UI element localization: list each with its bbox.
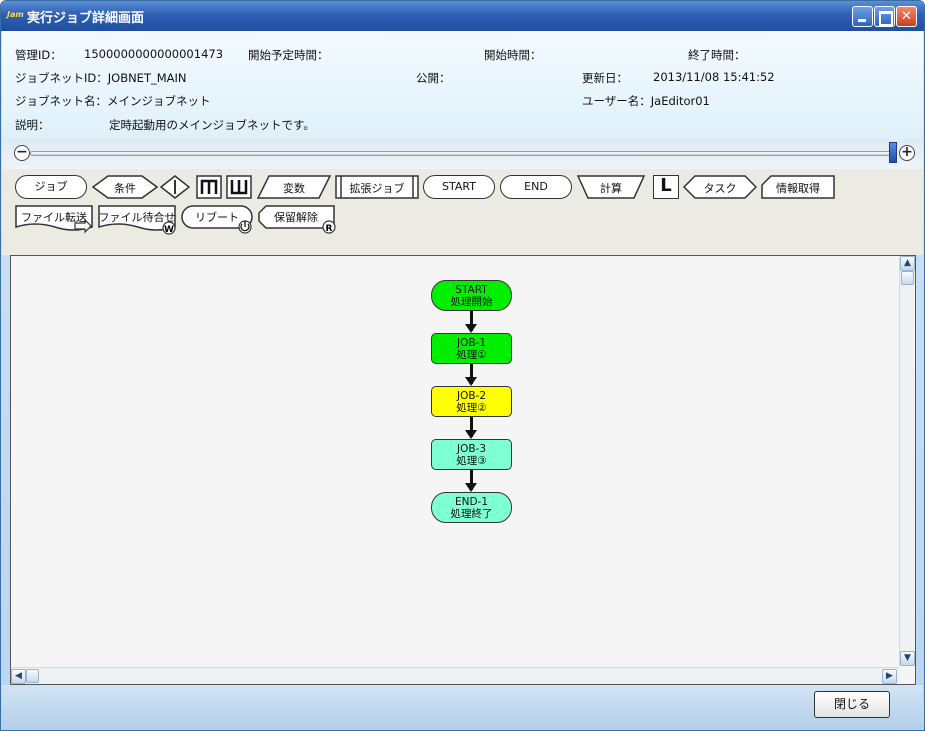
palette-info-get-icon[interactable]: 情報取得 (761, 175, 835, 199)
palette-reboot-label: リブート (195, 211, 239, 224)
palette-hold-release-icon[interactable]: R 保留解除 (258, 205, 338, 235)
flow-node-label: 処理開始 (450, 296, 493, 308)
flow-node-label: 処理② (456, 402, 487, 414)
updated-value: 2013/11/08 15:41:52 (653, 70, 775, 84)
palette-file-transfer-label: ファイル転送 (21, 211, 87, 224)
palette-l-icon[interactable]: L (653, 175, 679, 199)
flow-node[interactable]: START 処理開始 (431, 280, 512, 311)
palette-start-icon[interactable]: START (423, 175, 495, 199)
palette-parallel-start-icon[interactable] (196, 175, 222, 199)
mgmt-id-value: 1500000000000001473 (84, 47, 224, 61)
palette-variable-label: 変数 (283, 182, 305, 195)
flow-node-label: 処理③ (456, 455, 487, 467)
flow-node-id: JOB-1 (456, 337, 487, 349)
flow-node-id: END-1 (454, 496, 489, 508)
palette-reboot-icon[interactable]: リブート (181, 205, 255, 235)
footer-bar: 閉じる (2, 685, 923, 730)
zoom-slider-thumb[interactable] (889, 142, 897, 163)
scroll-right-icon[interactable]: ▶ (882, 669, 897, 684)
palette-task-icon[interactable]: タスク (682, 175, 758, 199)
flow-node[interactable]: JOB-1 処理① (431, 333, 512, 364)
start-time-label: 開始時間： (484, 48, 542, 62)
svg-text:W: W (164, 225, 174, 235)
palette-parallel-end-icon[interactable] (226, 175, 252, 199)
jobnet-name-label: ジョブネット名：メインジョブネット (15, 94, 211, 108)
horizontal-scroll-thumb[interactable] (26, 669, 39, 683)
description-label: 説明： (15, 118, 50, 132)
minimize-button[interactable] (852, 6, 873, 27)
vertical-scrollbar[interactable]: ▲ ▼ (899, 256, 915, 666)
palette-branch-icon[interactable] (159, 175, 191, 199)
vertical-scroll-thumb[interactable] (901, 271, 914, 285)
minimize-icon (853, 7, 872, 26)
palette-calc-label: 計算 (600, 182, 622, 195)
flow-arrow (465, 417, 477, 439)
flow-node-id: JOB-3 (456, 443, 487, 455)
palette-info-get-label: 情報取得 (776, 182, 820, 195)
scheduled-start-label: 開始予定時間： (248, 48, 329, 62)
parallel-end-icon (226, 175, 252, 199)
palette-calc-icon[interactable]: 計算 (576, 175, 646, 199)
branch-diamond-icon (159, 175, 191, 199)
scroll-left-icon[interactable]: ◀ (11, 669, 26, 684)
public-label: 公開： (416, 71, 451, 85)
end-time-label: 終了時間： (688, 48, 746, 62)
close-button[interactable]: 閉じる (814, 691, 890, 718)
palette-ext-job-label: 拡張ジョブ (349, 182, 405, 195)
zoom-slider-row: − + (2, 139, 923, 169)
user-name-label: ユーザー名：JaEditor01 (582, 94, 710, 108)
flow-arrow (465, 311, 477, 333)
palette-job-icon[interactable]: ジョブ (15, 175, 87, 199)
horizontal-scrollbar[interactable]: ◀ ▶ (11, 667, 899, 684)
scroll-down-icon[interactable]: ▼ (900, 651, 915, 666)
window-title: 実行ジョブ詳細画面 (27, 11, 145, 26)
flow-arrow (465, 364, 477, 386)
jobnet-info-panel: 管理ID： 1500000000000001473 開始予定時間： 開始時間： … (2, 31, 923, 139)
palette-file-wait-label: ファイル待合せ (98, 211, 176, 224)
flow-canvas[interactable]: START 処理開始 JOB-1 処理① JOB-2 処理② JOB-3 処理③ END-1 処理… (10, 255, 916, 685)
flow-arrow (465, 470, 477, 492)
updated-label: 更新日： (582, 71, 628, 85)
palette-file-wait-icon[interactable]: W ファイル待合せ (98, 205, 178, 235)
maximize-icon (875, 7, 894, 26)
palette-ext-job-icon[interactable]: 拡張ジョブ (335, 175, 419, 199)
zoom-out-icon[interactable]: − (14, 145, 30, 161)
parallel-start-icon (196, 175, 222, 199)
flow-node-id: START (455, 284, 488, 296)
palette-condition-label: 条件 (114, 182, 136, 195)
palette-file-transfer-icon[interactable]: ファイル転送 (15, 205, 93, 235)
zoom-in-icon[interactable]: + (899, 145, 915, 161)
close-icon: ✕ (901, 9, 912, 24)
palette-hold-release-label: 保留解除 (274, 211, 318, 224)
zoom-slider-track[interactable] (30, 151, 893, 156)
icon-palette: ジョブ 条件 変数 拡張ジョブ START END 計算 L タスク 情報取得 … (2, 169, 923, 255)
svg-text:R: R (326, 224, 333, 234)
jobnet-id-label: ジョブネットID：JOBNET_MAIN (15, 71, 187, 85)
flow-node[interactable]: JOB-2 処理② (431, 386, 512, 417)
scroll-up-icon[interactable]: ▲ (900, 256, 915, 271)
flow-node-label: 処理① (456, 349, 487, 361)
title-bar[interactable]: Jam 実行ジョブ詳細画面 ✕ (1, 1, 924, 31)
app-logo: Jam (7, 10, 24, 19)
palette-task-label: タスク (703, 182, 737, 195)
palette-variable-icon[interactable]: 変数 (256, 175, 332, 199)
description-value: 定時起動用のメインジョブネットです。 (109, 118, 315, 132)
flow-node-label: 処理終了 (450, 508, 493, 520)
job-detail-window: Jam 実行ジョブ詳細画面 ✕ 管理ID： 150000000000000147… (0, 0, 925, 731)
maximize-button[interactable] (874, 6, 895, 27)
palette-end-icon[interactable]: END (500, 175, 572, 199)
mgmt-id-label: 管理ID： (15, 48, 62, 62)
flow-node[interactable]: END-1 処理終了 (431, 492, 512, 523)
palette-condition-icon[interactable]: 条件 (91, 175, 159, 199)
flow-node-id: JOB-2 (456, 390, 487, 402)
flow-node[interactable]: JOB-3 処理③ (431, 439, 512, 470)
close-window-button[interactable]: ✕ (896, 6, 917, 27)
